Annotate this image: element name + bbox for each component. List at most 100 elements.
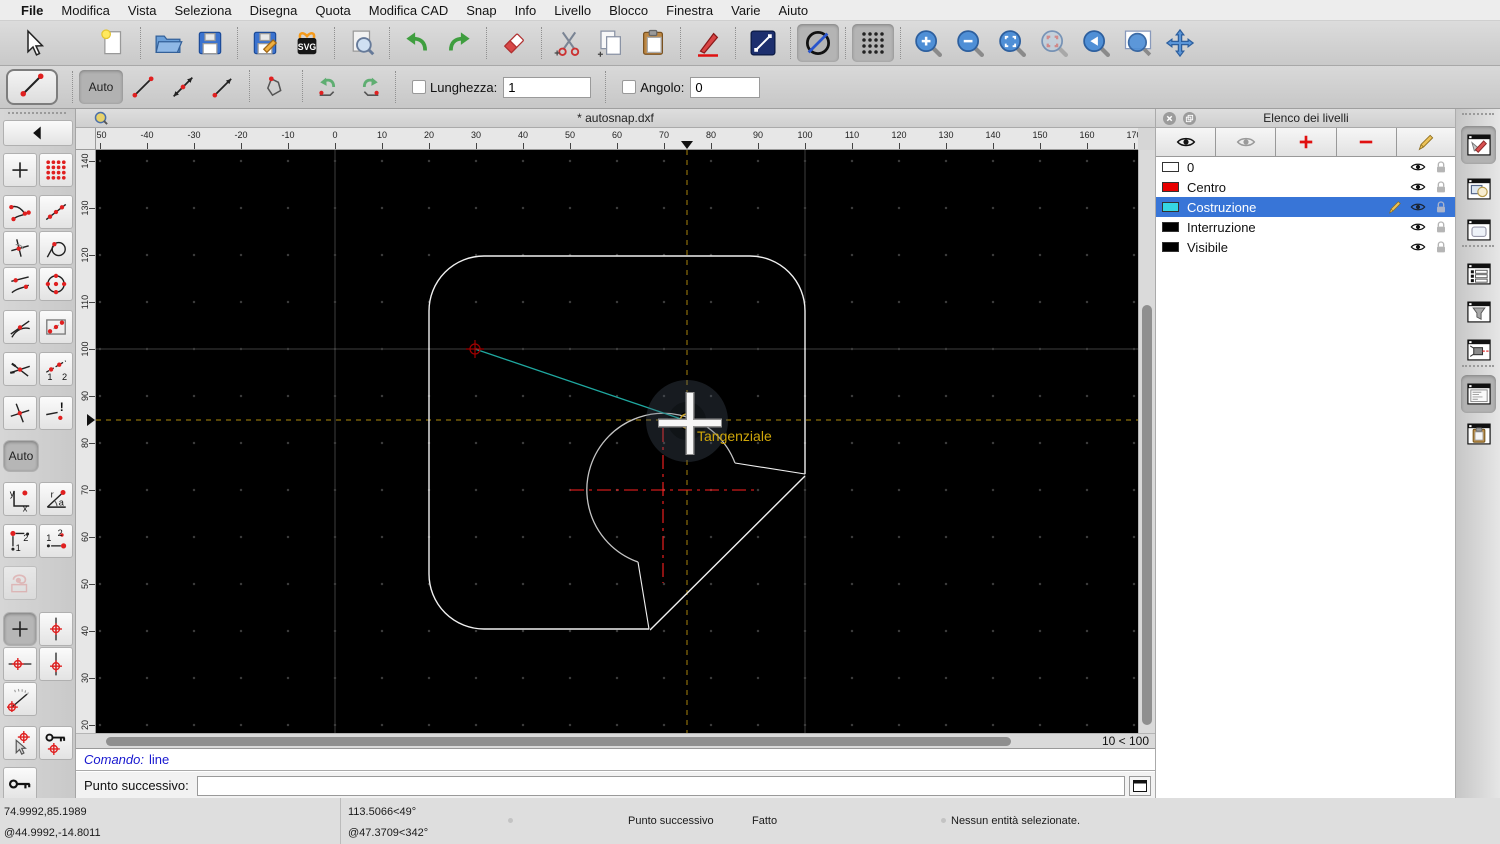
menu-info[interactable]: Info — [506, 0, 546, 21]
selection-filter-toggle[interactable] — [1461, 293, 1496, 331]
zoom-auto-button[interactable] — [991, 24, 1033, 62]
menu-disegna[interactable]: Disegna — [241, 0, 307, 21]
copy-button[interactable] — [590, 24, 632, 62]
grid-toggle-button[interactable] — [852, 24, 894, 62]
snap-restrict-button[interactable] — [39, 310, 73, 344]
layer-lock-icon[interactable] — [1433, 239, 1451, 255]
layer-visibility-icon[interactable] — [1410, 179, 1428, 195]
save-as-button[interactable] — [244, 24, 286, 62]
layer-row-interruzione[interactable]: Interruzione — [1156, 217, 1456, 237]
snap-middle-button[interactable] — [3, 352, 37, 386]
snap-perpendicular-button[interactable] — [3, 231, 37, 265]
coord-cartesian-button[interactable]: yx — [3, 482, 37, 516]
new-document-button[interactable] — [92, 24, 134, 62]
undo-button[interactable] — [396, 24, 438, 62]
menu-snap[interactable]: Snap — [457, 0, 505, 21]
cut-button[interactable] — [548, 24, 590, 62]
zoom-window-button[interactable] — [1117, 24, 1159, 62]
horizontal-scrollbar[interactable]: 10 < 100 — [76, 733, 1155, 748]
show-all-layers-button[interactable] — [1156, 128, 1217, 156]
view-options-toggle[interactable] — [1461, 331, 1496, 369]
draft-mode-button[interactable] — [797, 24, 839, 62]
drawing-canvas[interactable]: Tangenziale — [96, 150, 1138, 733]
layer-lock-icon[interactable] — [1433, 159, 1451, 175]
angle-checkbox[interactable] — [622, 80, 637, 94]
paste-button[interactable] — [632, 24, 674, 62]
snap-free-button[interactable] — [3, 153, 37, 187]
snap-back-button[interactable] — [3, 120, 73, 146]
layer-list-toggle[interactable] — [1461, 255, 1496, 293]
clipboard-toggle[interactable] — [1461, 415, 1496, 453]
layer-lock-icon[interactable] — [1433, 199, 1451, 215]
select-pointer-button[interactable] — [12, 24, 54, 62]
export-svg-button[interactable]: SVG — [286, 24, 328, 62]
restrict-manual-button[interactable]: ! — [39, 396, 73, 430]
menu-aiuto[interactable]: Aiuto — [770, 0, 818, 21]
layer-panel-header[interactable]: Elenco dei livelli — [1156, 109, 1456, 128]
edit-layer-button[interactable] — [1397, 128, 1456, 156]
menu-blocco[interactable]: Blocco — [600, 0, 657, 21]
snap-endpoint-button[interactable] — [3, 195, 37, 229]
layer-row-centro[interactable]: Centro — [1156, 177, 1456, 197]
block-list-toggle[interactable] — [1461, 170, 1496, 208]
restrict-vertical-button[interactable] — [39, 647, 73, 681]
lock-relative-zero-button[interactable] — [39, 726, 73, 760]
line-both-directions-button[interactable] — [163, 70, 203, 104]
layer-row-costruzione[interactable]: Costruzione — [1156, 197, 1456, 217]
menu-varie[interactable]: Varie — [722, 0, 769, 21]
zoom-in-button[interactable] — [907, 24, 949, 62]
redo-button[interactable] — [438, 24, 480, 62]
undo-segment-button[interactable] — [309, 70, 349, 104]
line-tool-button[interactable] — [742, 24, 784, 62]
angle-meter-button[interactable] — [3, 682, 37, 716]
hide-all-layers-button[interactable] — [1216, 128, 1277, 156]
snap-on-entity-button[interactable] — [39, 195, 73, 229]
pick-entity-button[interactable] — [3, 726, 37, 760]
remove-layer-button[interactable] — [1337, 128, 1397, 156]
restrict-off-button[interactable] — [3, 396, 37, 430]
layer-visibility-icon[interactable] — [1410, 159, 1428, 175]
horizontal-scrollbar-thumb[interactable] — [106, 737, 1011, 746]
snap-auto-button[interactable]: Auto — [79, 70, 123, 104]
edit-layer-icon[interactable] — [1387, 199, 1405, 215]
save-document-button[interactable] — [189, 24, 231, 62]
snap-divide-button[interactable]: 12 — [39, 352, 73, 386]
property-editor-toggle[interactable] — [1461, 126, 1496, 164]
snap-grid-button[interactable] — [39, 153, 73, 187]
menu-modifica-cad[interactable]: Modifica CAD — [360, 0, 457, 21]
zoom-back-button[interactable] — [1075, 24, 1117, 62]
snap-entity-button[interactable] — [39, 231, 73, 265]
library-browser-toggle[interactable] — [1461, 211, 1496, 249]
command-input[interactable] — [196, 775, 1125, 796]
length-checkbox[interactable] — [412, 80, 426, 94]
line-one-direction-button[interactable] — [203, 70, 243, 104]
lock-zero-button[interactable] — [3, 767, 37, 801]
add-layer-button[interactable] — [1276, 128, 1337, 156]
rel-zero-marker-button[interactable] — [39, 612, 73, 646]
layer-visibility-icon[interactable] — [1410, 239, 1428, 255]
vertical-scrollbar-thumb[interactable] — [1142, 305, 1152, 725]
document-titlebar[interactable]: * autosnap.dxf — [76, 109, 1155, 128]
zoom-pan-button[interactable] — [1159, 24, 1201, 62]
line-two-points-button[interactable] — [123, 70, 163, 104]
rel-zero-horizontal-button[interactable]: 12 — [39, 524, 73, 558]
menu-vista[interactable]: Vista — [119, 0, 166, 21]
rel-zero-set-button[interactable] — [3, 612, 37, 646]
detach-command-button[interactable] — [1129, 775, 1151, 796]
layer-lock-icon[interactable] — [1433, 179, 1451, 195]
polyline-close-button[interactable] — [256, 70, 296, 104]
command-line-toggle[interactable] — [1461, 375, 1496, 413]
length-input[interactable] — [503, 76, 592, 98]
layer-visibility-icon[interactable] — [1410, 199, 1428, 215]
edit-pen-button[interactable] — [687, 24, 729, 62]
layer-row-0[interactable]: 0 — [1156, 157, 1456, 177]
snap-auto-button[interactable]: Auto — [3, 440, 39, 472]
layer-visibility-icon[interactable] — [1410, 219, 1428, 235]
snap-distance-button[interactable] — [3, 267, 37, 301]
menu-finestra[interactable]: Finestra — [657, 0, 722, 21]
menu-seleziona[interactable]: Seleziona — [166, 0, 241, 21]
menu-modifica[interactable]: Modifica — [52, 0, 118, 21]
angle-input[interactable] — [690, 76, 761, 98]
print-preview-button[interactable] — [341, 24, 383, 62]
layer-lock-icon[interactable] — [1433, 219, 1451, 235]
